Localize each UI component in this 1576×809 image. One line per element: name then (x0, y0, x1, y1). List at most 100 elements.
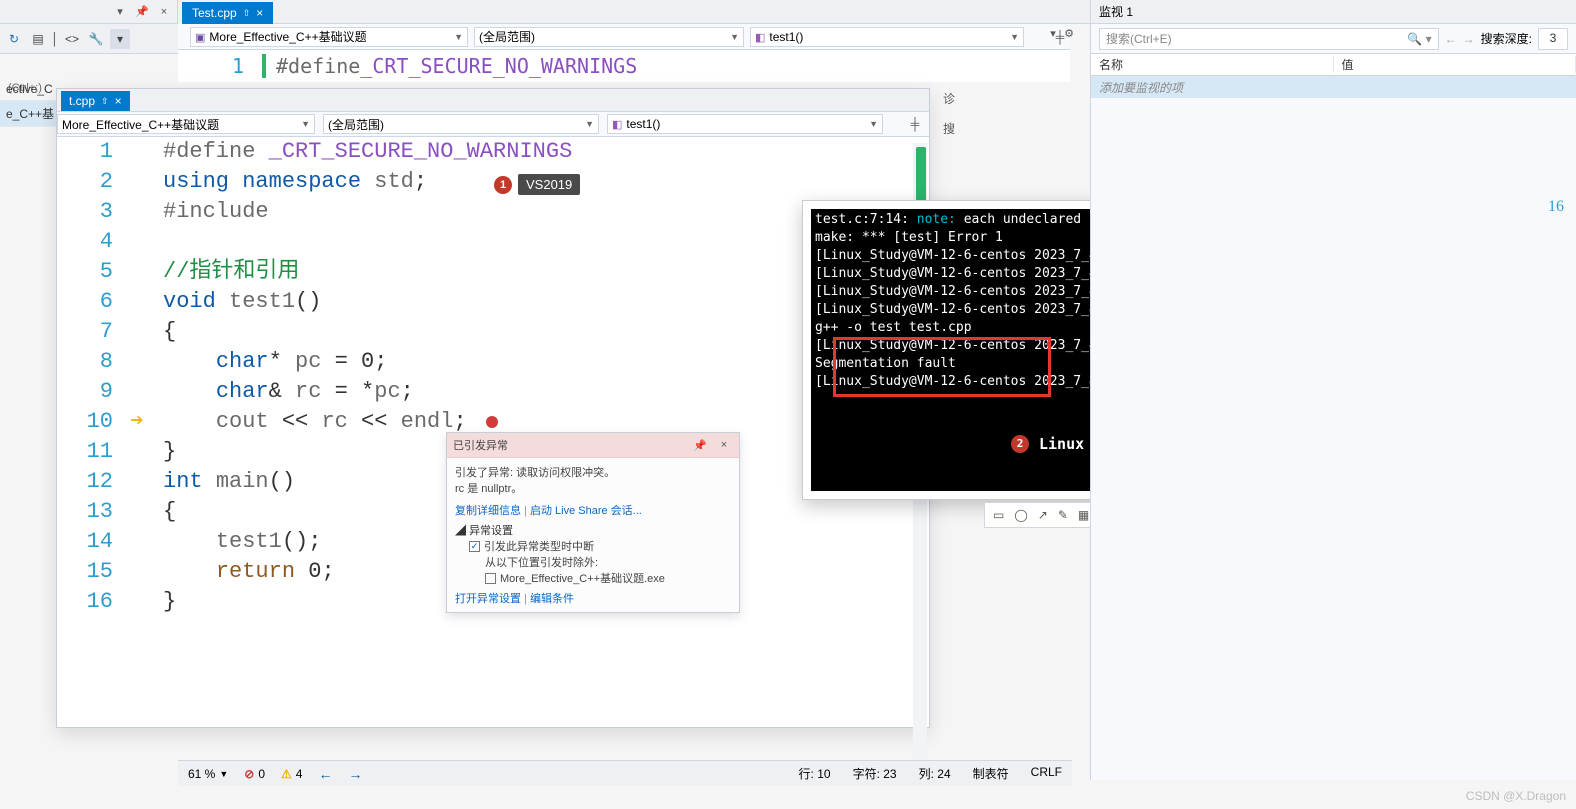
code-text[interactable]: //指针和引用 (153, 257, 299, 287)
left-project-list: ective_C e_C++基 (0, 24, 60, 784)
bg-func-select[interactable]: ◧test1() ▼ (750, 27, 1024, 47)
line-number: 13 (57, 497, 127, 527)
bg-project-select[interactable]: ▣More_Effective_C++基础议题 ▼ (190, 27, 468, 47)
code-text[interactable]: } (153, 587, 176, 617)
search-depth-input[interactable]: 3 (1538, 28, 1568, 50)
rect-icon[interactable]: ▭ (993, 507, 1004, 523)
pin-icon[interactable]: 📌 (133, 3, 151, 21)
watch-title: 监视 1 (1099, 3, 1133, 20)
gear-icon[interactable]: ⚙ (1060, 24, 1078, 42)
triangle-icon[interactable]: ◢ (455, 525, 469, 537)
circle-icon[interactable]: ◯ (1014, 507, 1027, 523)
code-text[interactable]: cout << rc << endl; (153, 407, 492, 437)
warning-count[interactable]: ⚠4 (281, 767, 302, 781)
sidebar-tool-tab[interactable]: 诊 (940, 90, 958, 107)
code-text[interactable]: test1(); (153, 527, 321, 557)
code-line[interactable]: 1#define _CRT_SECURE_NO_WARNINGS (57, 137, 929, 167)
tab-close-icon[interactable]: × (115, 94, 122, 108)
function-icon: ◧ (612, 119, 622, 131)
nav-back-icon[interactable]: ← (1445, 32, 1457, 46)
list-item[interactable]: ective_C (0, 78, 60, 101)
col-name[interactable]: 名称 (1091, 56, 1334, 73)
tab-test-cpp[interactable]: Test.cpp ⇧ × (182, 2, 273, 24)
watch-add-row[interactable]: 添加要监视的项 (1091, 76, 1576, 98)
code-text[interactable]: { (153, 317, 176, 347)
wrench-icon[interactable]: 🔧 (86, 29, 106, 49)
code-line[interactable]: 4 (57, 227, 929, 257)
pencil-icon[interactable]: ✎ (1058, 507, 1068, 523)
line-number: 5 (57, 257, 127, 287)
project-icon: ▣ (195, 32, 205, 44)
line-number: 8 (57, 347, 127, 377)
open-exc-settings-link[interactable]: 打开异常设置 (455, 593, 521, 605)
code-text[interactable]: #define _CRT_SECURE_NO_WARNINGS (153, 137, 572, 167)
watch-panel: 监视 1 搜索(Ctrl+E) 🔍 ▾ ← → 搜索深度: 3 名称 值 添加要… (1090, 0, 1576, 780)
col-value[interactable]: 值 (1334, 56, 1576, 73)
code-text[interactable]: char* pc = 0; (153, 347, 387, 377)
float-scope-select[interactable]: (全局范围) ▼ (323, 114, 599, 134)
dropdown-icon[interactable]: ▾ (111, 3, 129, 21)
code-icon[interactable]: <> (62, 29, 82, 49)
tab-pin-icon[interactable]: ⇧ (243, 8, 251, 19)
nav-fwd-icon[interactable]: → (348, 766, 362, 782)
tab-t-cpp[interactable]: t.cpp ⇧ × (61, 91, 130, 111)
close-icon[interactable]: × (715, 436, 733, 454)
float-project-select[interactable]: More_Effective_C++基础议题 ▼ (57, 114, 315, 134)
code-text[interactable]: } (153, 437, 176, 467)
dropdown-toggle-icon[interactable]: ▾ (110, 29, 130, 49)
vs2019-badge: 1 VS2019 (494, 174, 580, 195)
code-token: _CRT_SECURE_NO_WARNINGS (360, 54, 637, 78)
list-item[interactable]: e_C++基 (0, 101, 60, 127)
split-icon[interactable]: ╪ (905, 114, 925, 134)
code-text[interactable]: char& rc = *pc; (153, 377, 414, 407)
float-tab-strip: t.cpp ⇧ × (57, 89, 929, 112)
mosaic-icon[interactable]: ▦ (1078, 507, 1089, 523)
close-icon[interactable]: × (155, 3, 173, 21)
code-line[interactable]: 2using namespace std; (57, 167, 929, 197)
left-tool-pins: ▾ 📌 × (0, 0, 178, 23)
nav-back-icon[interactable]: ← (318, 766, 332, 782)
code-line[interactable]: 3#include (57, 197, 929, 227)
float-func-select[interactable]: ◧test1() ▼ (607, 114, 883, 134)
float-scope-label: (全局范围) (328, 116, 384, 133)
tab-close-icon[interactable]: × (256, 6, 263, 20)
code-line[interactable]: 5 //指针和引用 (57, 257, 929, 287)
code-line[interactable]: 9 char& rc = *pc; (57, 377, 929, 407)
chevron-down-icon: ▼ (730, 32, 739, 42)
badge-label: VS2019 (518, 174, 580, 195)
code-text[interactable]: { (153, 497, 176, 527)
search-depth-label: 搜索深度: (1481, 30, 1532, 47)
arrow-icon[interactable]: ↗ (1038, 507, 1048, 523)
code-text[interactable]: return 0; (153, 557, 335, 587)
overview-marker: 16 (1548, 198, 1564, 216)
error-count[interactable]: ⊘0 (244, 767, 265, 781)
code-line[interactable]: 7{ (57, 317, 929, 347)
nav-fwd-icon[interactable]: → (1463, 32, 1475, 46)
code-text[interactable]: using namespace std; (153, 167, 427, 197)
live-share-link[interactable]: 启动 Live Share 会话... (530, 505, 642, 517)
exception-msg: rc 是 nullptr。 (455, 480, 731, 496)
sidebar-tool-tab[interactable]: 搜 (940, 120, 958, 137)
status-bar: 61 % ▼ ⊘0 ⚠4 ← → 行: 10 字符: 23 列: 24 制表符 … (178, 760, 1072, 786)
warning-icon: ⚠ (281, 767, 292, 781)
pin-icon[interactable]: 📌 (691, 436, 709, 454)
badge-number: 2 (1011, 435, 1029, 453)
code-text[interactable]: int main() (153, 467, 295, 497)
code-line[interactable]: 6void test1() (57, 287, 929, 317)
code-line[interactable]: 8 char* pc = 0; (57, 347, 929, 377)
search-input[interactable]: 搜索(Ctrl+E) 🔍 ▾ (1099, 28, 1439, 50)
tab-pin-icon[interactable]: ⇧ (101, 96, 109, 107)
code-text[interactable]: #include (153, 197, 269, 227)
copy-details-link[interactable]: 复制详细信息 (455, 505, 521, 517)
status-line: 行: 10 (799, 765, 831, 782)
chevron-down-icon[interactable]: ▾ (1044, 24, 1062, 42)
code-text[interactable]: void test1() (153, 287, 321, 317)
chevron-down-icon: ▼ (454, 32, 463, 42)
edit-cond-link[interactable]: 编辑条件 (530, 593, 574, 605)
checkbox[interactable] (485, 573, 496, 584)
exception-option: 引发此异常类型时中断 (484, 538, 594, 554)
exception-tree-header: 异常设置 (469, 525, 513, 537)
checkbox[interactable]: ✓ (469, 541, 480, 552)
zoom-level[interactable]: 61 % ▼ (188, 767, 228, 781)
bg-scope-select[interactable]: (全局范围) ▼ (474, 27, 744, 47)
